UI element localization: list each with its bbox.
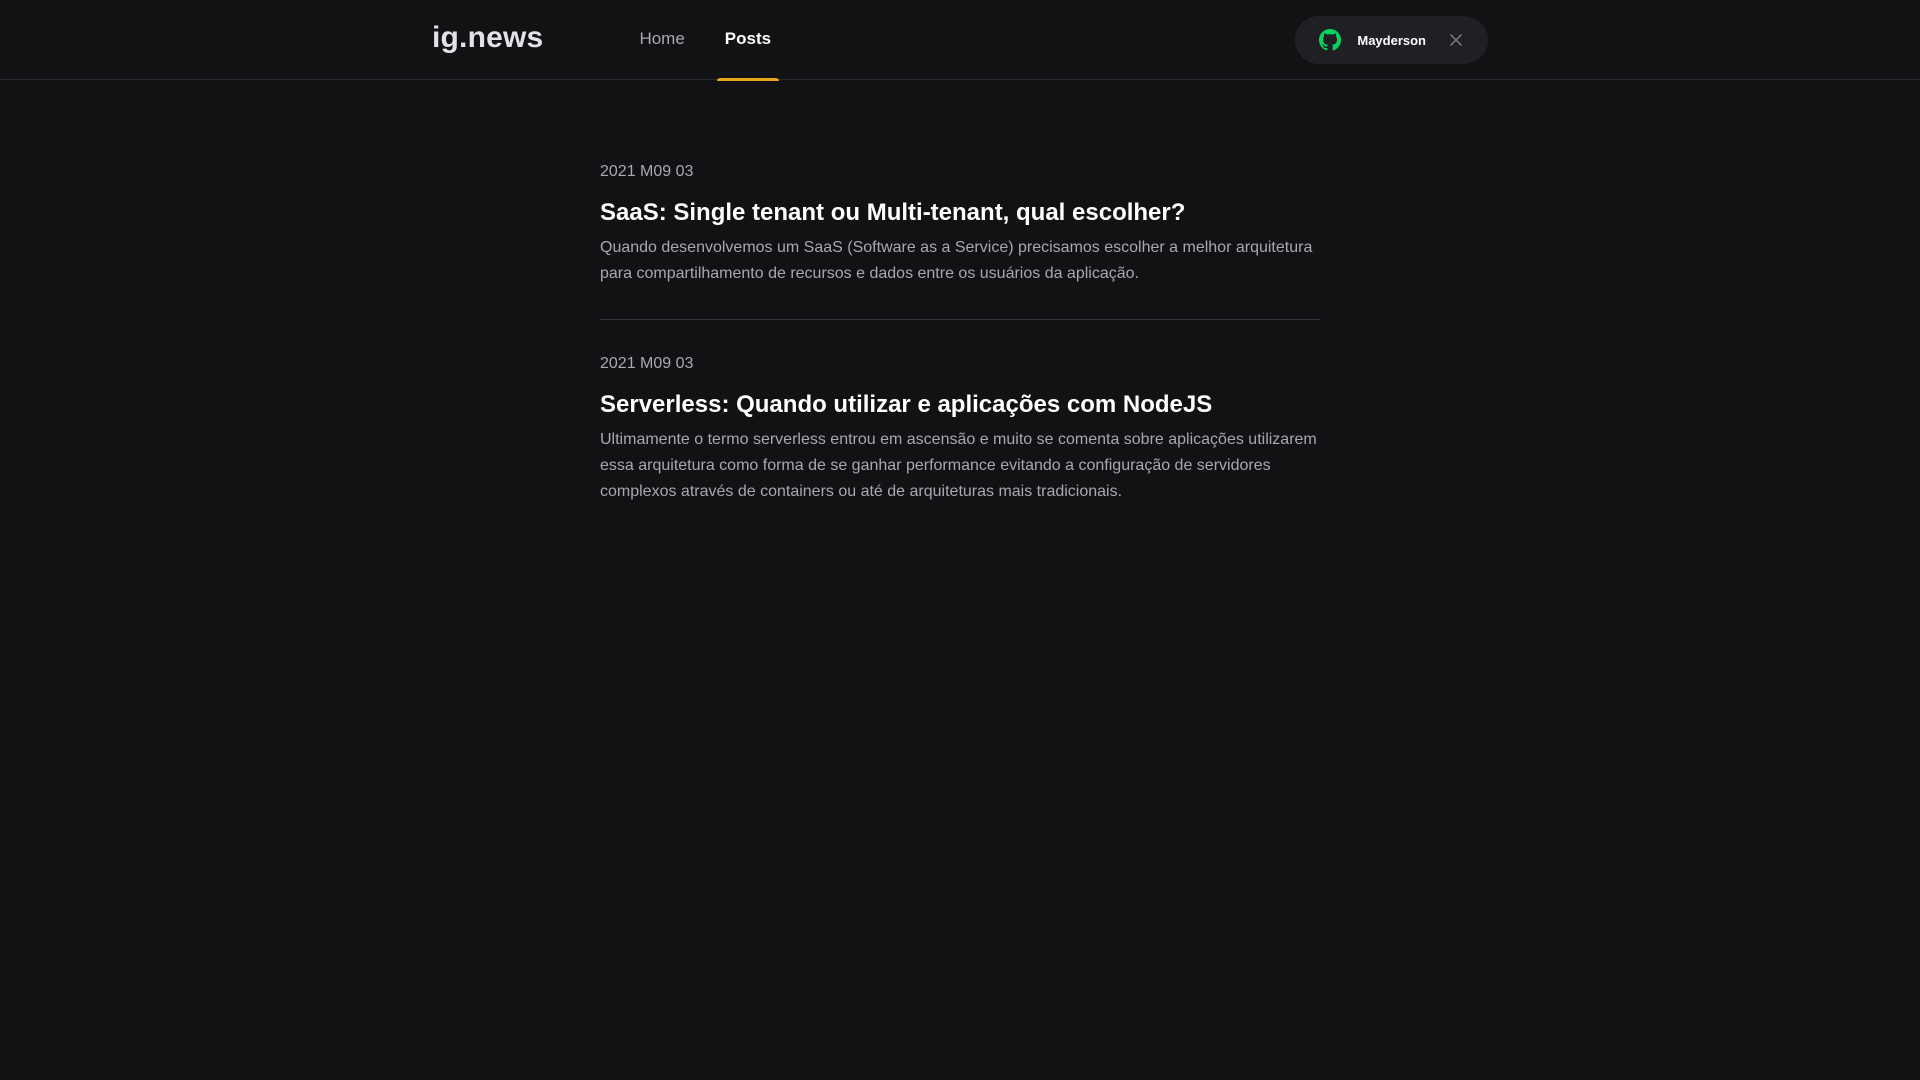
nav-link-posts[interactable]: Posts [716, 0, 780, 81]
user-name: Mayderson [1357, 32, 1426, 48]
main-nav: Home Posts [631, 0, 780, 81]
user-signin-button[interactable]: Mayderson [1295, 16, 1488, 64]
site-header: ig.news Home Posts Mayderson [0, 0, 1920, 81]
close-icon[interactable] [1448, 32, 1464, 48]
nav-link-home[interactable]: Home [631, 0, 692, 80]
post-date: 2021 M09 03 [600, 355, 694, 372]
post-item: 2021 M09 03 SaaS: Single tenant ou Multi… [600, 160, 1320, 319]
post-item: 2021 M09 03 Serverless: Quando utilizar … [600, 319, 1320, 537]
posts-list: 2021 M09 03 SaaS: Single tenant ou Multi… [600, 80, 1320, 537]
logo[interactable]: ig.news [432, 23, 543, 53]
post-date: 2021 M09 03 [600, 163, 694, 180]
post-excerpt: Ultimamente o termo serverless entrou em… [600, 431, 1317, 500]
header-container: ig.news Home Posts Mayderson [400, 0, 1520, 81]
post-title-link[interactable]: Serverless: Quando utilizar e aplicações… [600, 389, 1320, 421]
post-excerpt: Quando desenvolvemos um SaaS (Software a… [600, 239, 1313, 282]
post-title-link[interactable]: SaaS: Single tenant ou Multi-tenant, qua… [600, 197, 1320, 229]
github-icon [1319, 29, 1342, 51]
